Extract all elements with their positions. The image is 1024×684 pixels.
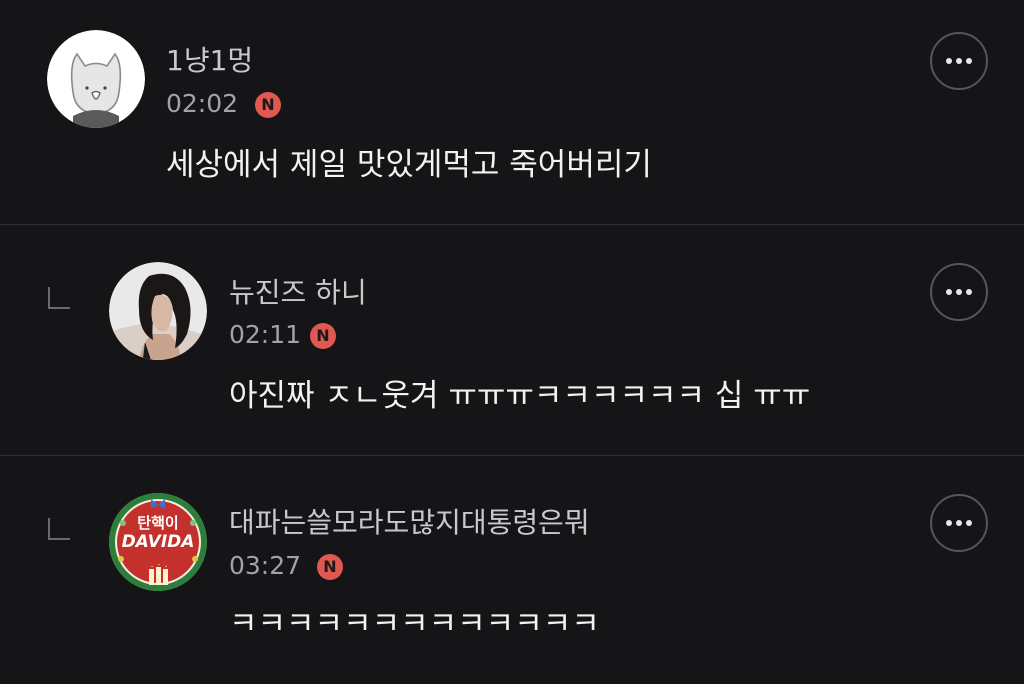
reply-arrow-icon — [48, 518, 70, 540]
timestamp: 03:27 — [229, 551, 302, 580]
more-options-button[interactable] — [930, 494, 988, 552]
avatar-logo-text: DAVIDA — [121, 532, 195, 552]
comment-text: 세상에서 제일 맛있게먹고 죽어버리기 — [166, 147, 652, 183]
more-dot — [956, 58, 962, 64]
avatar[interactable] — [47, 30, 145, 128]
comment-item: 1냥1멍 02:02 N 세상에서 제일 맛있게먹고 죽어버리기 — [0, 0, 1024, 224]
avatar[interactable] — [109, 262, 207, 360]
more-dot — [956, 520, 962, 526]
author-name[interactable]: 뉴진즈 하니 — [229, 276, 367, 310]
avatar-caption: 탄핵이 — [137, 514, 179, 532]
comment-text: 아진짜 ㅈㄴ웃겨 ㅠㅠㅠㅋㅋㅋㅋㅋㅋ 십 ㅠㅠ — [229, 378, 811, 414]
more-options-button[interactable] — [930, 263, 988, 321]
cat-avatar-icon — [47, 30, 145, 128]
new-badge: N — [310, 323, 336, 349]
timestamp: 02:11 — [229, 320, 302, 349]
more-dots-icon — [946, 58, 952, 64]
author-name[interactable]: 1냥1멍 — [166, 44, 253, 78]
more-dot — [966, 520, 972, 526]
new-badge: N — [317, 554, 343, 580]
reply-item: 탄핵이 DAVIDA 대파는쓸모라도많지대통령은뭐 03:27 N ㅋㅋㅋㅋㅋㅋ… — [0, 456, 1024, 684]
new-badge: N — [255, 92, 281, 118]
avatar[interactable]: 탄핵이 DAVIDA — [109, 493, 207, 591]
more-dot — [966, 289, 972, 295]
reply-arrow-icon — [48, 287, 70, 309]
more-dot — [966, 58, 972, 64]
reply-item: 뉴진즈 하니 02:11 N 아진짜 ㅈㄴ웃겨 ㅠㅠㅠㅋㅋㅋㅋㅋㅋ 십 ㅠㅠ — [0, 225, 1024, 455]
more-dots-icon — [946, 289, 952, 295]
comment-text: ㅋㅋㅋㅋㅋㅋㅋㅋㅋㅋㅋㅋㅋ — [229, 606, 600, 642]
more-options-button[interactable] — [930, 32, 988, 90]
person-photo-avatar-icon — [109, 262, 207, 360]
more-dots-icon — [946, 520, 952, 526]
timestamp: 02:02 — [166, 89, 239, 118]
more-dot — [956, 289, 962, 295]
author-name[interactable]: 대파는쓸모라도많지대통령은뭐 — [229, 506, 590, 540]
